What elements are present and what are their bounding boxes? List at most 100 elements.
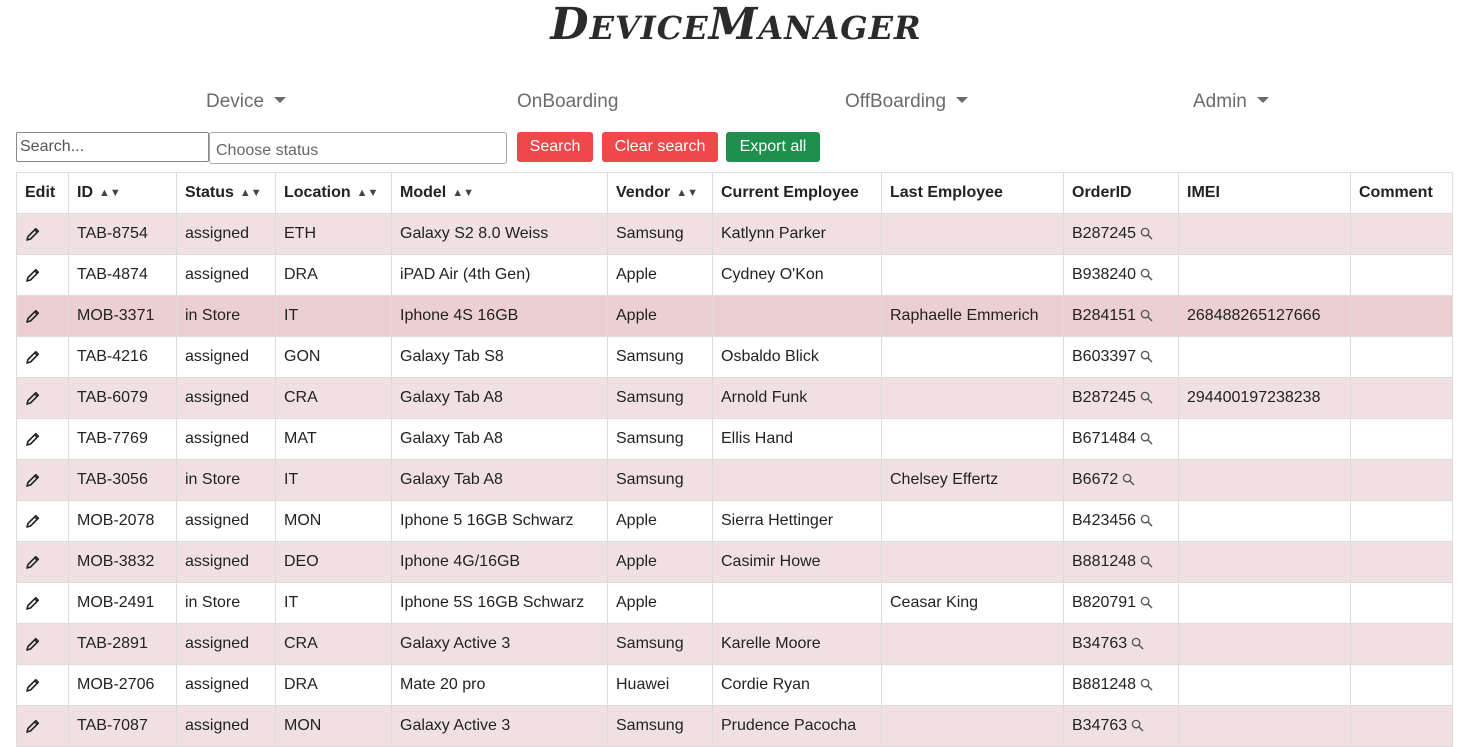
sort-arrows-icon[interactable]: ▲▼ (240, 187, 262, 199)
header-status[interactable]: Status ▲▼ (176, 172, 276, 214)
header-order-id: OrderID (1063, 172, 1179, 214)
magnifier-icon[interactable] (1140, 678, 1153, 691)
cell-edit (16, 213, 69, 255)
cell-imei (1178, 213, 1351, 255)
pencil-icon[interactable] (25, 677, 41, 693)
header-status-label: Status (185, 184, 234, 201)
cell-order-id: B287245 (1063, 377, 1179, 419)
cell-id: MOB-3832 (68, 541, 177, 583)
pencil-icon[interactable] (25, 226, 41, 242)
pencil-icon[interactable] (25, 472, 41, 488)
pencil-icon[interactable] (25, 431, 41, 447)
table-row: TAB-4874 assigned DRA iPAD Air (4th Gen)… (16, 254, 1453, 296)
pencil-icon[interactable] (25, 349, 41, 365)
nav-device[interactable]: Device (206, 82, 287, 122)
cell-imei (1178, 500, 1351, 542)
cell-location: MON (275, 500, 392, 542)
cell-comment (1350, 582, 1453, 624)
cell-location: CRA (275, 623, 392, 665)
pencil-icon[interactable] (25, 636, 41, 652)
cell-imei (1178, 705, 1351, 747)
order-id-value: B881248 (1072, 553, 1137, 570)
logo-initial-d: D (550, 0, 590, 50)
cell-last-employee (881, 377, 1064, 419)
cell-current-employee (712, 459, 882, 501)
header-id[interactable]: ID ▲▼ (68, 172, 177, 214)
magnifier-icon[interactable] (1140, 227, 1153, 240)
cell-current-employee: Katlynn Parker (712, 213, 882, 255)
pencil-icon[interactable] (25, 595, 41, 611)
cell-status: assigned (176, 377, 276, 419)
cell-status: assigned (176, 541, 276, 583)
pencil-icon[interactable] (25, 718, 41, 734)
cell-current-employee: Cydney O'Kon (712, 254, 882, 296)
status-select[interactable]: Choose status (209, 132, 507, 164)
sort-arrows-icon[interactable]: ▲▼ (676, 187, 698, 199)
nav-admin[interactable]: Admin (1193, 82, 1269, 122)
nav-onboarding[interactable]: OnBoarding (517, 82, 618, 122)
cell-status: assigned (176, 213, 276, 255)
table-row: TAB-2891 assigned CRA Galaxy Active 3 Sa… (16, 623, 1453, 665)
sort-arrows-icon[interactable]: ▲▼ (357, 187, 379, 199)
cell-status: assigned (176, 623, 276, 665)
order-id-value: B603397 (1072, 348, 1137, 365)
cell-order-id: B603397 (1063, 336, 1179, 378)
cell-id: TAB-6079 (68, 377, 177, 419)
order-id-value: B423456 (1072, 512, 1137, 529)
search-input[interactable] (16, 132, 209, 162)
magnifier-icon[interactable] (1140, 350, 1153, 363)
cell-last-employee: Chelsey Effertz (881, 459, 1064, 501)
pencil-icon[interactable] (25, 308, 41, 324)
cell-imei: 294400197238238 (1178, 377, 1351, 419)
header-model[interactable]: Model ▲▼ (391, 172, 608, 214)
cell-order-id: B34763 (1063, 705, 1179, 747)
cell-status: assigned (176, 500, 276, 542)
magnifier-icon[interactable] (1131, 719, 1144, 732)
order-id-value: B287245 (1072, 225, 1137, 242)
header-imei-label: IMEI (1187, 184, 1220, 201)
cell-current-employee: Osbaldo Blick (712, 336, 882, 378)
clear-search-button[interactable]: Clear search (602, 132, 718, 162)
pencil-icon[interactable] (25, 267, 41, 283)
header-location[interactable]: Location ▲▼ (275, 172, 392, 214)
magnifier-icon[interactable] (1131, 637, 1144, 650)
magnifier-icon[interactable] (1140, 268, 1153, 281)
cell-edit (16, 623, 69, 665)
cell-vendor: Apple (607, 500, 713, 542)
header-current-employee-label: Current Employee (721, 184, 859, 201)
cell-id: TAB-3056 (68, 459, 177, 501)
magnifier-icon[interactable] (1140, 432, 1153, 445)
cell-comment (1350, 336, 1453, 378)
sort-arrows-icon[interactable]: ▲▼ (99, 187, 121, 199)
magnifier-icon[interactable] (1140, 309, 1153, 322)
cell-last-employee (881, 213, 1064, 255)
pencil-icon[interactable] (25, 554, 41, 570)
cell-status: in Store (176, 582, 276, 624)
header-vendor[interactable]: Vendor ▲▼ (607, 172, 713, 214)
magnifier-icon[interactable] (1140, 596, 1153, 609)
cell-order-id: B881248 (1063, 541, 1179, 583)
cell-model: iPAD Air (4th Gen) (391, 254, 608, 296)
nav-offboarding[interactable]: OffBoarding (845, 82, 969, 122)
cell-edit (16, 664, 69, 706)
pencil-icon[interactable] (25, 390, 41, 406)
sort-arrows-icon[interactable]: ▲▼ (452, 187, 474, 199)
table-header-row: Edit ID ▲▼ Status ▲▼ Location ▲▼ Model ▲▼ Ve… (16, 172, 1453, 214)
cell-last-employee (881, 664, 1064, 706)
cell-imei (1178, 664, 1351, 706)
cell-id: TAB-4216 (68, 336, 177, 378)
magnifier-icon[interactable] (1122, 473, 1135, 486)
cell-edit (16, 582, 69, 624)
cell-model: Galaxy Tab S8 (391, 336, 608, 378)
search-button[interactable]: Search (517, 132, 593, 162)
magnifier-icon[interactable] (1140, 391, 1153, 404)
cell-location: CRA (275, 377, 392, 419)
export-all-button[interactable]: Export all (726, 132, 820, 162)
cell-vendor: Apple (607, 295, 713, 337)
magnifier-icon[interactable] (1140, 514, 1153, 527)
pencil-icon[interactable] (25, 513, 41, 529)
header-edit: Edit (16, 172, 69, 214)
magnifier-icon[interactable] (1140, 555, 1153, 568)
cell-current-employee: Arnold Funk (712, 377, 882, 419)
cell-last-employee (881, 623, 1064, 665)
